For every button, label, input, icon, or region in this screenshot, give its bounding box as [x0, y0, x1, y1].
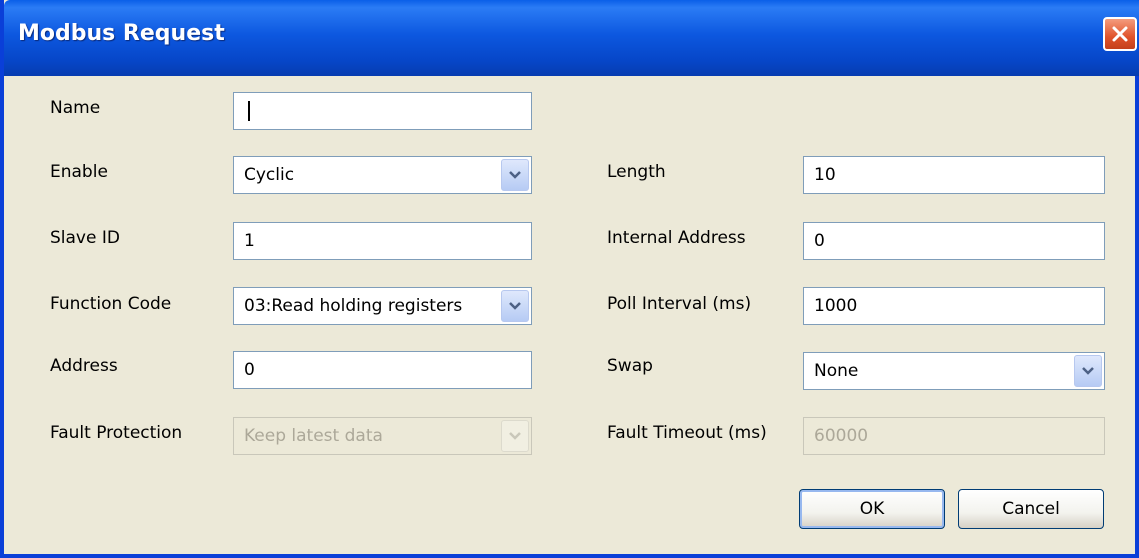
ok-button[interactable]: OK	[799, 489, 945, 529]
window-title: Modbus Request	[18, 21, 225, 46]
enable-dropdown-button[interactable]	[501, 159, 529, 191]
fault-protection-dropdown-button	[501, 420, 529, 452]
swap-label: Swap	[607, 356, 653, 376]
fault-timeout-label: Fault Timeout (ms)	[607, 423, 767, 443]
chevron-down-icon	[1082, 367, 1094, 375]
length-label: Length	[607, 162, 666, 182]
function-code-dropdown-button[interactable]	[501, 290, 529, 322]
title-bar[interactable]: Modbus Request	[4, 0, 1139, 76]
swap-select[interactable]: None	[803, 352, 1105, 390]
slave-id-label: Slave ID	[50, 228, 120, 248]
slave-id-input[interactable]: 1	[233, 222, 532, 260]
chevron-down-icon	[509, 171, 521, 179]
internal-address-label: Internal Address	[607, 228, 746, 248]
address-label: Address	[50, 356, 118, 376]
length-input[interactable]: 10	[803, 156, 1105, 194]
name-label: Name	[50, 98, 101, 118]
dialog-content: Name Enable Cyclic Slave ID 1 Function C…	[4, 76, 1139, 558]
name-input[interactable]	[233, 92, 532, 130]
modbus-request-dialog: Modbus Request Name Enable Cyclic Slave …	[0, 0, 1139, 558]
fault-timeout-input: 60000	[803, 417, 1105, 455]
swap-dropdown-button[interactable]	[1074, 355, 1102, 387]
poll-interval-input[interactable]: 1000	[803, 287, 1105, 325]
internal-address-input[interactable]: 0	[803, 222, 1105, 260]
close-button[interactable]	[1103, 17, 1137, 51]
poll-interval-label: Poll Interval (ms)	[607, 294, 752, 314]
enable-label: Enable	[50, 162, 108, 182]
address-input[interactable]: 0	[233, 351, 532, 389]
chevron-down-icon	[509, 302, 521, 310]
fault-protection-select: Keep latest data	[233, 417, 532, 455]
chevron-down-icon	[509, 432, 521, 440]
close-icon	[1112, 26, 1128, 42]
fault-protection-label: Fault Protection	[50, 423, 183, 443]
text-cursor	[248, 101, 250, 121]
function-code-select[interactable]: 03:Read holding registers	[233, 287, 532, 325]
enable-select[interactable]: Cyclic	[233, 156, 532, 194]
function-code-label: Function Code	[50, 294, 172, 314]
cancel-button[interactable]: Cancel	[958, 489, 1104, 529]
